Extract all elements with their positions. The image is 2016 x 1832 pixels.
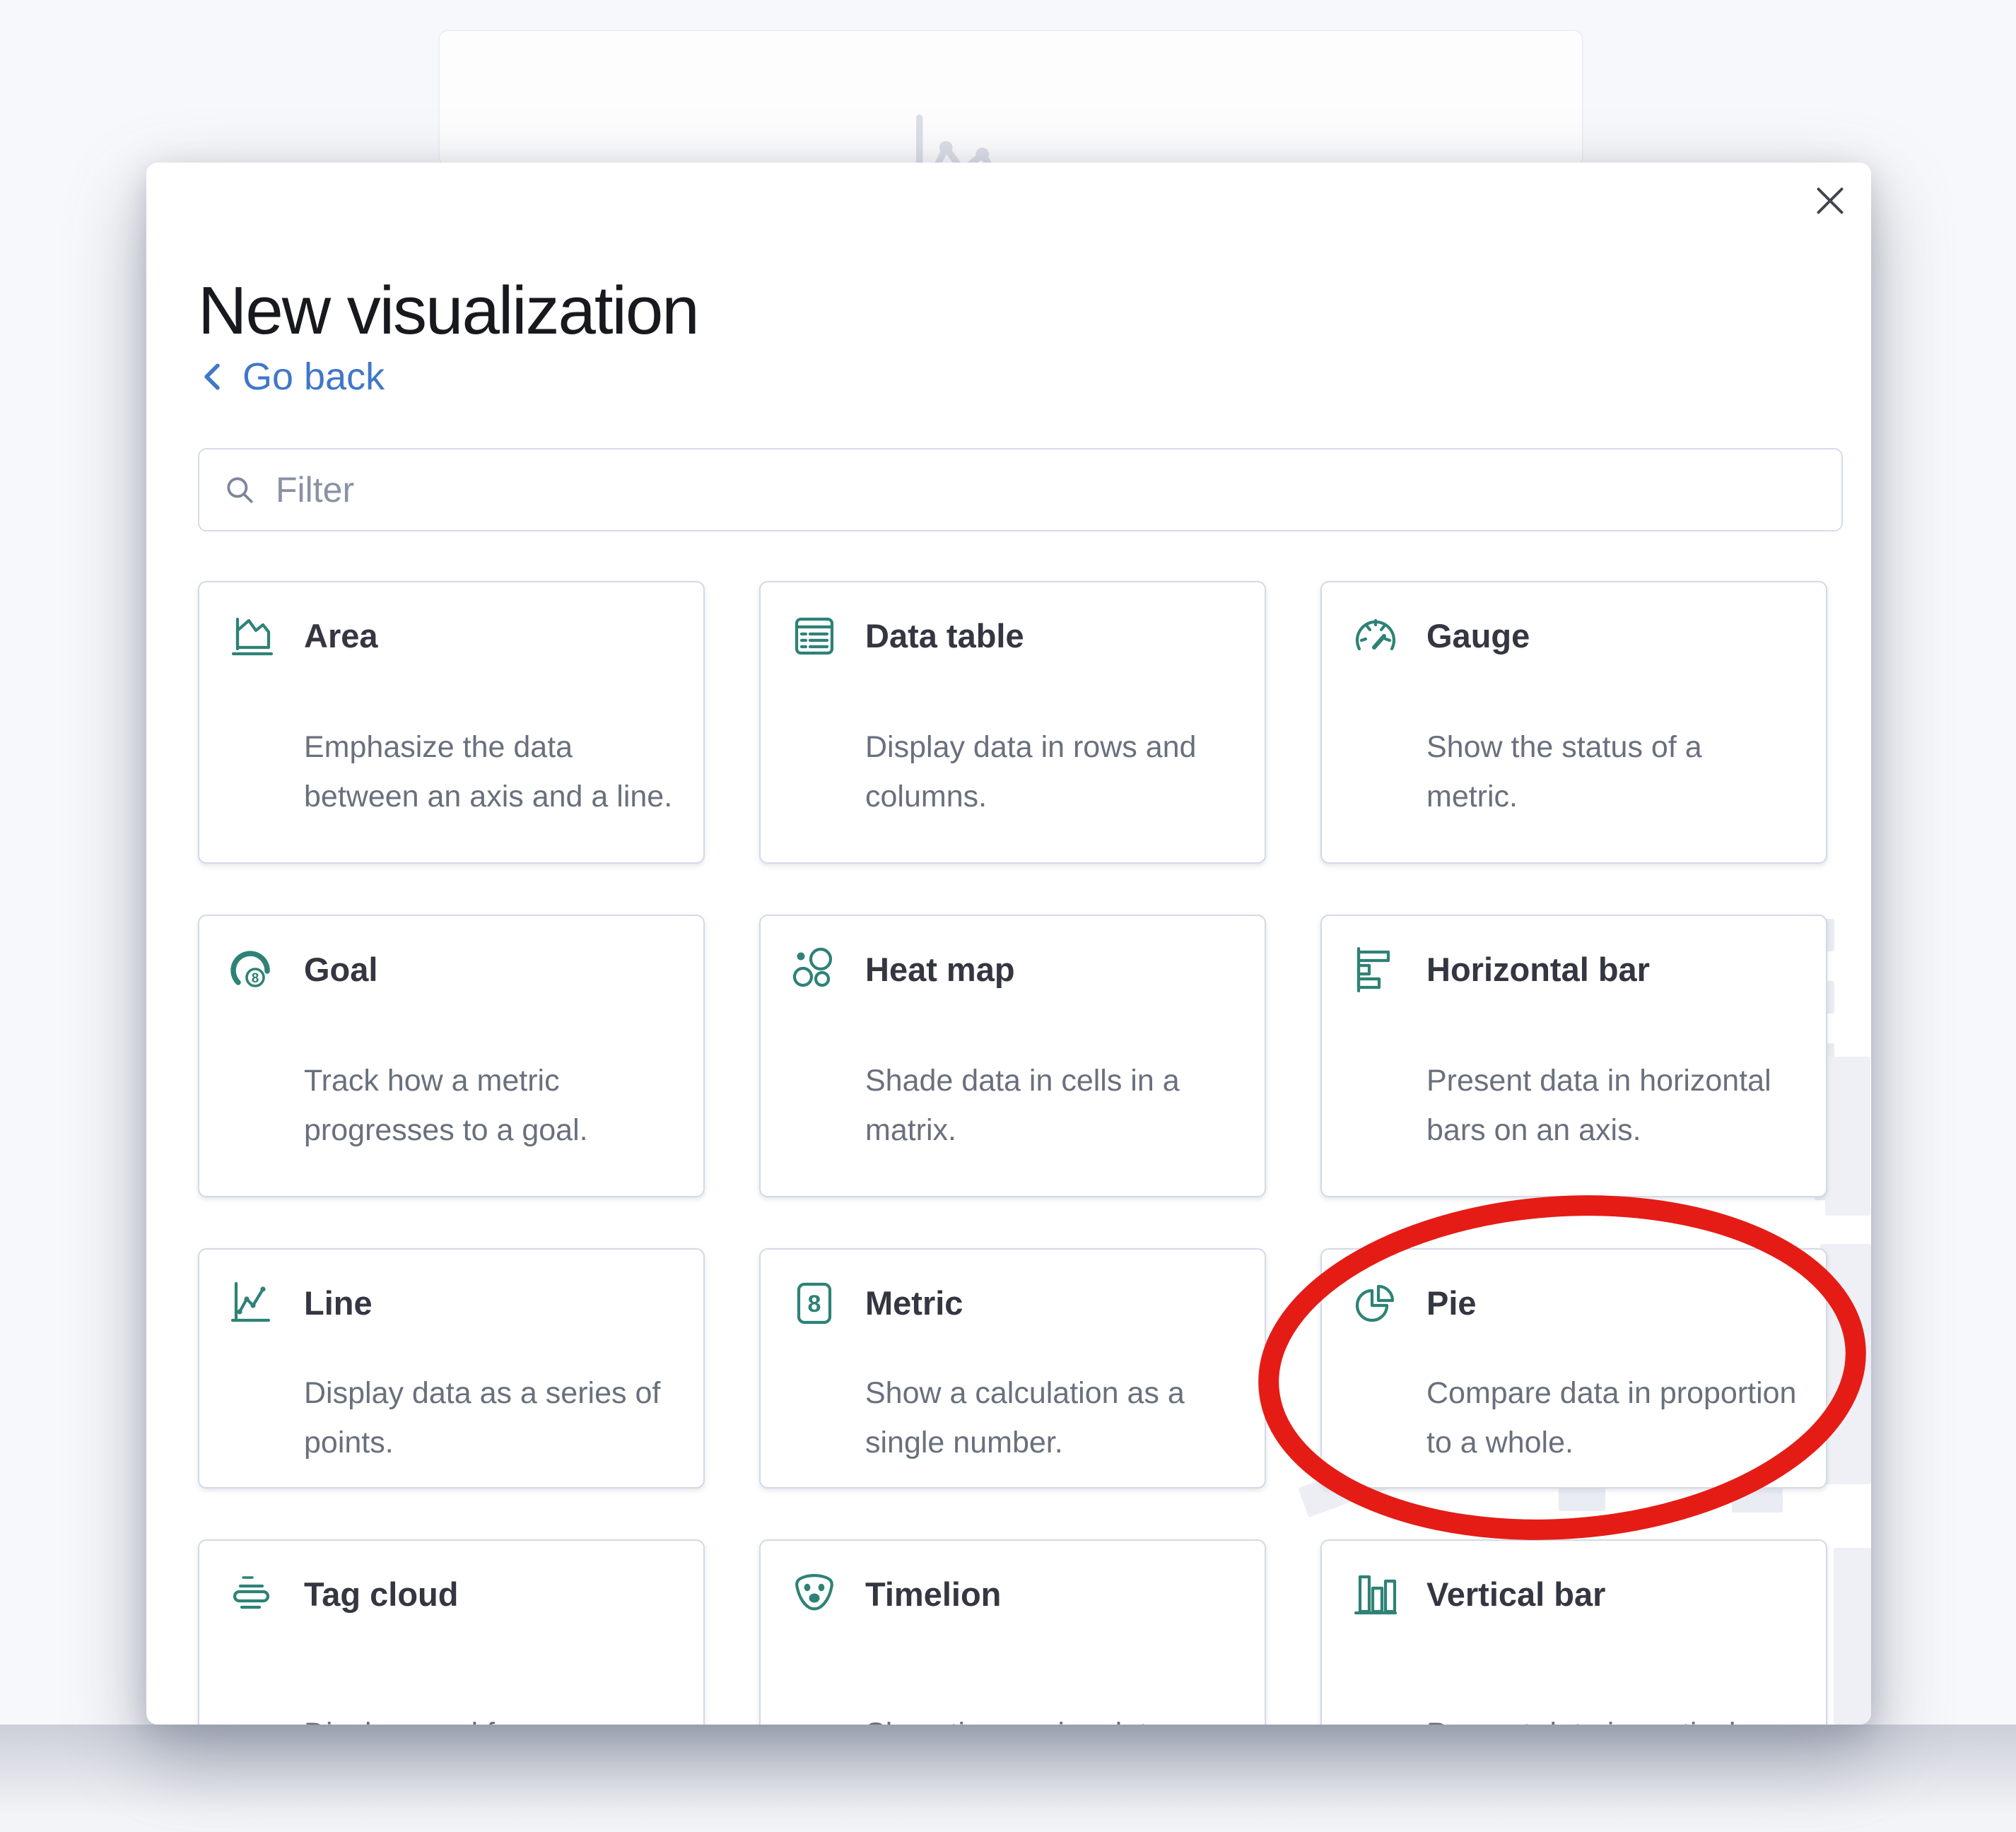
heat-map-icon — [792, 947, 837, 992]
card-description: Present data in horizontal bars on an ax… — [1426, 1056, 1798, 1155]
tag-cloud-icon — [230, 1572, 276, 1617]
chevron-left-icon — [200, 361, 224, 392]
viz-card-area[interactable]: Area Emphasize the data between an axis a… — [198, 581, 705, 864]
card-description: Display data as a series of points. — [304, 1368, 675, 1467]
viz-card-goal[interactable]: 8 Goal Track how a metric progresses to a … — [198, 915, 705, 1197]
card-title: Horizontal bar — [1426, 947, 1798, 992]
gauge-icon — [1353, 613, 1398, 659]
card-description: Compare data in proportion to a whole. — [1426, 1368, 1798, 1467]
viz-card-heat-map[interactable]: Heat map Shade data in cells in a matrix. — [759, 915, 1266, 1197]
card-title: Pie — [1426, 1281, 1798, 1326]
card-description: Display word frequency with font size. — [304, 1709, 675, 1725]
card-title: Data table — [865, 613, 1236, 659]
search-icon — [223, 474, 256, 506]
card-title: Timelion — [865, 1572, 1236, 1617]
close-icon — [1815, 185, 1846, 216]
close-button[interactable] — [1812, 182, 1848, 219]
horizontal-bar-icon — [1353, 947, 1398, 992]
line-chart-placeholder-icon — [906, 114, 1012, 167]
card-title: Goal — [304, 947, 675, 992]
svg-text:8: 8 — [252, 971, 259, 986]
background-page-card — [438, 30, 1583, 167]
card-title: Area — [304, 613, 675, 659]
area-chart-icon — [230, 613, 276, 659]
filter-input[interactable] — [274, 469, 1817, 511]
metric-icon: 8 — [792, 1281, 837, 1326]
card-title: Tag cloud — [304, 1572, 675, 1617]
viz-card-timelion[interactable]: Timelion Show time series data on a graph… — [759, 1539, 1266, 1725]
viz-card-tag-cloud[interactable]: Tag cloud Display word frequency with fon… — [198, 1539, 705, 1725]
viz-card-pie[interactable]: Pie Compare data in proportion to a whole… — [1320, 1248, 1827, 1488]
card-title: Gauge — [1426, 613, 1798, 659]
vertical-bar-icon — [1353, 1572, 1398, 1617]
new-visualization-modal: New visualization Go back Area Emphasize … — [146, 163, 1871, 1725]
pie-chart-icon — [1353, 1281, 1398, 1326]
card-title: Line — [304, 1281, 675, 1326]
card-title: Heat map — [865, 947, 1236, 992]
card-title: Vertical bar — [1426, 1572, 1798, 1617]
viz-card-line[interactable]: Line Display data as a series of points. — [198, 1248, 705, 1488]
filter-field — [198, 448, 1843, 532]
go-back-link[interactable]: Go back — [200, 355, 385, 399]
svg-text:8: 8 — [808, 1291, 821, 1317]
card-description: Track how a metric progresses to a goal. — [304, 1056, 675, 1155]
viz-card-data-table[interactable]: Data table Display data in rows and colum… — [759, 581, 1266, 864]
card-description: Show time series data on a graph. — [865, 1709, 1236, 1725]
viz-card-metric[interactable]: 8 Metric Show a calculation as a single nu… — [759, 1248, 1266, 1488]
card-description: Show the status of a metric. — [1426, 722, 1798, 821]
viz-card-horizontal-bar[interactable]: Horizontal bar Present data in horizontal… — [1320, 915, 1827, 1197]
page-title: New visualization — [198, 270, 698, 352]
card-title: Metric — [865, 1281, 1236, 1326]
card-description: Show a calculation as a single number. — [865, 1368, 1236, 1467]
go-back-label: Go back — [242, 355, 385, 399]
viz-card-gauge[interactable]: Gauge Show the status of a metric. — [1320, 581, 1827, 864]
card-description: Shade data in cells in a matrix. — [865, 1056, 1236, 1155]
line-chart-icon — [230, 1281, 276, 1326]
modal-drop-shadow — [0, 1725, 2016, 1832]
data-table-icon — [792, 613, 837, 659]
card-description: Display data in rows and columns. — [865, 722, 1236, 821]
card-description: Present data in vertical bars on an axis… — [1426, 1709, 1798, 1725]
timelion-icon — [792, 1572, 837, 1617]
goal-icon: 8 — [230, 947, 276, 992]
visualization-grid: Area Emphasize the data between an axis a… — [198, 581, 1827, 1725]
card-description: Emphasize the data between an axis and a… — [304, 722, 675, 821]
viz-card-vertical-bar[interactable]: Vertical bar Present data in vertical bar… — [1320, 1539, 1827, 1725]
